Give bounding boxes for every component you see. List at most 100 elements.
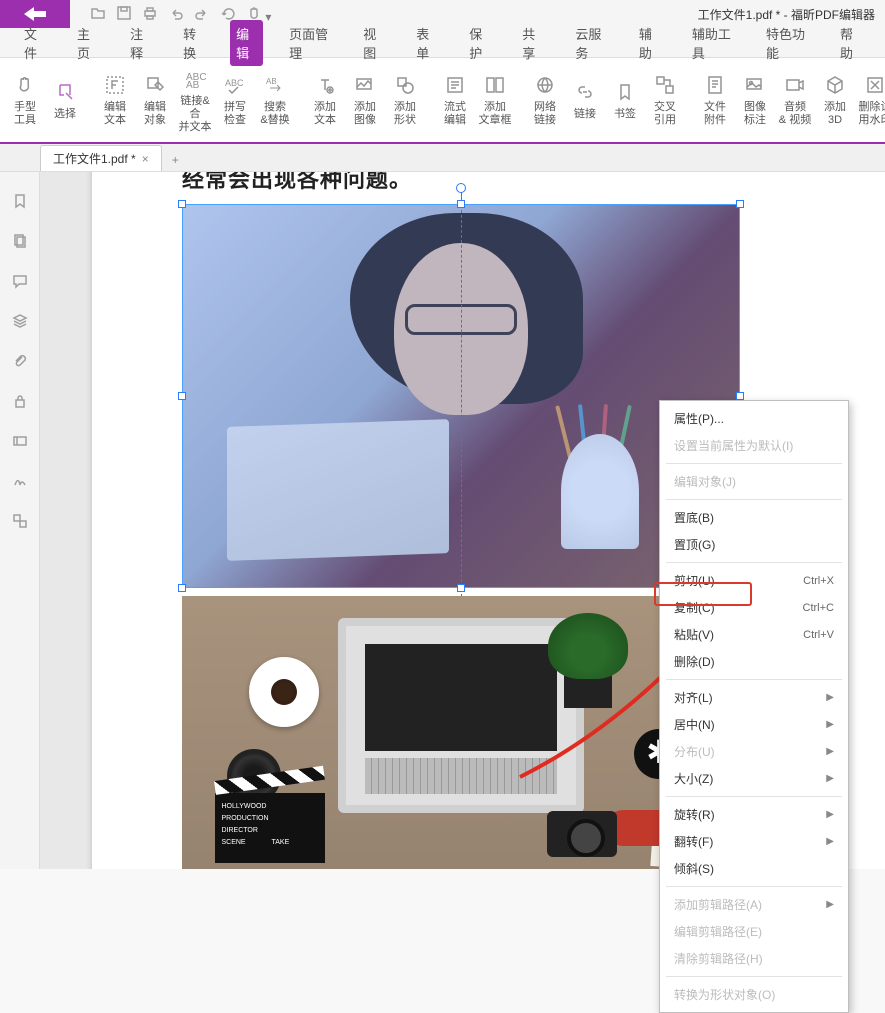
rb-add-shape[interactable]: 添加 形状 [386,69,424,131]
rb-edit-text[interactable]: 编辑 文本 [96,69,134,131]
menu-protect[interactable]: 保护 [463,20,496,66]
undo-icon[interactable] [168,5,184,24]
menu-help[interactable]: 帮助 [834,20,867,66]
svg-text:ABC: ABC [225,78,244,88]
ctx-rotate[interactable]: 旋转(R)▶ [660,801,848,828]
rb-flow-edit[interactable]: 流式 编辑 [436,69,474,131]
rb-bookmark[interactable]: 书签 [606,76,644,125]
rb-add-text[interactable]: 添加 文本 [306,69,344,131]
rb-web-link[interactable]: 网络 链接 [526,69,564,131]
img-annot-icon [743,73,767,97]
link-merge-icon: ABCAB [183,67,207,91]
menu-home[interactable]: 主页 [71,20,104,66]
attachments-panel-icon[interactable] [11,352,29,370]
svg-text:AB: AB [186,80,200,90]
rb-av[interactable]: 音频 & 视频 [776,69,814,131]
hand-qa-icon[interactable]: ▾ [246,5,271,24]
ctx-properties[interactable]: 属性(P)... [660,405,848,432]
rb-attach[interactable]: 文件 附件 [696,69,734,131]
hand-icon [13,73,37,97]
close-tab-icon[interactable]: × [142,152,149,166]
spell-icon: ABC [223,73,247,97]
ctx-send-back[interactable]: 置底(B) [660,504,848,531]
print-icon[interactable] [142,5,158,24]
open-icon[interactable] [90,5,106,24]
ctx-set-default: 设置当前属性为默认(I) [660,432,848,459]
fields-panel-icon[interactable] [11,432,29,450]
add-shape-icon [393,73,417,97]
resize-handle[interactable] [457,200,465,208]
rb-remove-trial[interactable]: 删除试 用水印 [856,69,885,131]
rb-add-article[interactable]: 添加 文章框 [476,69,514,131]
resize-handle[interactable] [457,584,465,592]
rb-3d[interactable]: 添加 3D [816,69,854,131]
menu-tools[interactable]: 辅助工具 [686,20,740,66]
menu-accessibility[interactable]: 辅助 [633,20,666,66]
bookmark-panel-icon[interactable] [11,192,29,210]
ctx-size[interactable]: 大小(Z)▶ [660,765,848,792]
save-icon[interactable] [116,5,132,24]
pages-panel-icon[interactable] [11,232,29,250]
ctx-distribute: 分布(U)▶ [660,738,848,765]
menu-feature[interactable]: 特色功能 [760,20,814,66]
menu-cloud[interactable]: 云服务 [569,20,613,66]
rb-hand[interactable]: 手型 工具 [6,69,44,131]
rb-select[interactable]: 选择 [46,76,84,125]
rb-img-annot[interactable]: 图像 标注 [736,69,774,131]
resize-handle[interactable] [178,392,186,400]
selected-image-1[interactable] [182,204,740,588]
page-text-line: 经常会出现各种问题。 [182,172,832,194]
ctx-center[interactable]: 居中(N)▶ [660,711,848,738]
tab-label: 工作文件1.pdf * [53,150,136,167]
panel-toggle-icon[interactable] [11,512,29,530]
resize-handle[interactable] [736,392,744,400]
menu-file[interactable]: 文件 [18,20,51,66]
rb-search[interactable]: AB搜索 &替换 [256,69,294,131]
rb-edit-obj[interactable]: 编辑 对象 [136,69,174,131]
document-tab[interactable]: 工作文件1.pdf * × [40,145,162,171]
menu-form[interactable]: 表单 [410,20,443,66]
add-img-icon [353,73,377,97]
ctx-bring-front[interactable]: 置顶(G) [660,531,848,558]
ctx-paste[interactable]: 粘贴(V)Ctrl+V [660,621,848,648]
layers-panel-icon[interactable] [11,312,29,330]
ctx-align[interactable]: 对齐(L)▶ [660,684,848,711]
ctx-cut[interactable]: 剪切(U)Ctrl+X [660,567,848,594]
menu-edit[interactable]: 编辑 [230,20,263,66]
menu-convert[interactable]: 转换 [177,20,210,66]
menu-view[interactable]: 视图 [357,20,390,66]
resize-handle[interactable] [178,584,186,592]
quick-access: ▾ [70,5,271,24]
attach-icon [703,73,727,97]
redo-icon[interactable] [194,5,210,24]
resize-handle[interactable] [736,200,744,208]
rb-cross-ref[interactable]: 交叉 引用 [646,69,684,131]
rb-add-img[interactable]: 添加 图像 [346,69,384,131]
comments-panel-icon[interactable] [11,272,29,290]
rb-link[interactable]: 链接 [566,76,604,125]
menu-comment[interactable]: 注释 [124,20,157,66]
add-article-icon [483,73,507,97]
context-menu: 属性(P)... 设置当前属性为默认(I) 编辑对象(J) 置底(B) 置顶(G… [659,400,849,1013]
rotate-handle[interactable] [456,183,466,193]
ctx-copy[interactable]: 复制(C)Ctrl+C [660,594,848,621]
search-replace-icon: AB [263,73,287,97]
ctx-delete[interactable]: 删除(D) [660,648,848,675]
link-icon [573,80,597,104]
redo2-icon[interactable] [220,5,236,24]
remove-watermark-icon [863,73,885,97]
menu-share[interactable]: 共享 [516,20,549,66]
ribbon: 手型 工具 选择 编辑 文本 编辑 对象 ABCAB链接&合 并文本 ABC拼写… [0,58,885,144]
clapperboard: HOLLYWOOD PRODUCTION DIRECTOR SCENE TAKE [215,793,325,863]
security-panel-icon[interactable] [11,392,29,410]
rb-link-merge[interactable]: ABCAB链接&合 并文本 [176,63,214,138]
document-tab-strip: 工作文件1.pdf * × + [0,144,885,172]
new-tab-button[interactable]: + [162,149,189,171]
add-text-icon [313,73,337,97]
signature-panel-icon[interactable] [11,472,29,490]
menu-page[interactable]: 页面管理 [283,20,337,66]
image-2-desk[interactable]: HOLLYWOOD PRODUCTION DIRECTOR SCENE TAKE [182,596,740,869]
ctx-flip[interactable]: 翻转(F)▶ [660,828,848,855]
resize-handle[interactable] [178,200,186,208]
rb-spell[interactable]: ABC拼写 检查 [216,69,254,131]
